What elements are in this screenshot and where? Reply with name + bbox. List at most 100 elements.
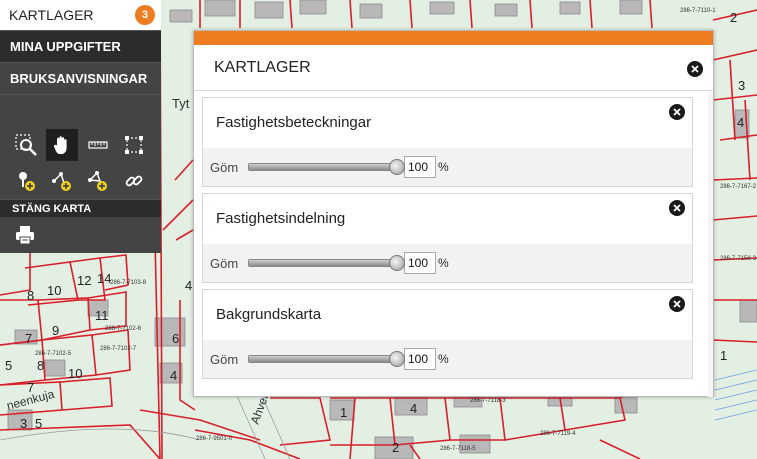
plot-number: 9 (52, 323, 59, 338)
sidebar: KARTLAGER 3 MINA UPPGIFTER BRUKSANVISNIN… (0, 0, 161, 253)
plot-number: 5 (35, 416, 42, 431)
print-button[interactable] (0, 217, 161, 253)
dialog-title: KARTLAGER (214, 58, 311, 76)
plot-number: 12 (77, 273, 91, 288)
layer-opacity-control: Göm % (203, 340, 692, 378)
measure-ruler-icon (88, 141, 108, 149)
hide-label[interactable]: Göm (210, 256, 242, 271)
opacity-slider[interactable] (248, 351, 405, 367)
plot-number: 8 (37, 358, 44, 373)
close-icon (673, 204, 681, 212)
cadastral-label: 286-7-9501-0 (196, 436, 233, 442)
opacity-input[interactable] (404, 252, 436, 274)
measure-button[interactable] (82, 129, 114, 161)
cadastral-label: 286-7-7103-8 (110, 280, 147, 286)
close-map-label: STÄNG KARTA (12, 202, 92, 215)
plot-number: 4 (410, 401, 417, 416)
cadastral-label: 286-7-7110-1 (680, 8, 716, 14)
opacity-slider[interactable] (248, 159, 405, 175)
sidebar-item-label: MINA UPPGIFTER (10, 39, 121, 54)
zoom-box-icon (15, 134, 37, 156)
layer-card-bakgrundskarta: Bakgrundskarta Göm % (202, 289, 693, 379)
close-map-button[interactable]: STÄNG KARTA (0, 199, 161, 217)
sidebar-item-label: BRUKSANVISNINGAR (10, 71, 148, 86)
add-polygon-button[interactable] (82, 165, 114, 197)
plot-number: 1 (720, 348, 727, 363)
layer-count-badge: 3 (135, 5, 155, 25)
hide-label[interactable]: Göm (210, 160, 242, 175)
cadastral-label: 286-7-7119-4 (540, 431, 576, 437)
layers-dialog: KARTLAGER Fastighetsbeteckningar Göm % (193, 30, 714, 397)
opacity-slider-handle[interactable] (389, 351, 405, 367)
layer-opacity-control: Göm % (203, 148, 692, 186)
cadastral-label: 286-7-7158-3 (720, 256, 757, 262)
dialog-close-button[interactable] (687, 61, 703, 77)
tool-row-navigation (0, 127, 161, 163)
add-polygon-icon (88, 171, 107, 191)
plot-number: 10 (68, 366, 82, 381)
sidebar-item-bruksanvisningar[interactable]: BRUKSANVISNINGAR (0, 62, 161, 94)
printer-icon (16, 226, 34, 245)
layer-card-fastighetsindelning: Fastighetsindelning Göm % (202, 193, 693, 283)
pan-hand-icon (53, 136, 67, 154)
plot-number: 2 (730, 10, 737, 25)
opacity-slider-handle[interactable] (389, 159, 405, 175)
opacity-slider-fill (249, 164, 397, 170)
layer-card-fastighetsbeteckningar: Fastighetsbeteckningar Göm % (202, 97, 693, 187)
percent-unit: % (438, 160, 449, 174)
dialog-accent-bar (194, 31, 713, 45)
percent-unit: % (438, 352, 449, 366)
opacity-input[interactable] (404, 348, 436, 370)
link-icon (125, 175, 143, 187)
plot-number: 11 (95, 308, 109, 323)
sidebar-item-mina-uppgifter[interactable]: MINA UPPGIFTER (0, 30, 161, 62)
plot-number: 7 (27, 380, 34, 395)
street-label-tyt: Tyt (172, 96, 190, 111)
plot-number: 4 (185, 278, 192, 293)
sidebar-spacer (0, 94, 161, 127)
dialog-scrollbar[interactable] (708, 91, 713, 397)
layer-name: Fastighetsbeteckningar (216, 114, 372, 131)
add-line-icon (52, 172, 71, 191)
opacity-slider-fill (249, 356, 397, 362)
sidebar-item-kartlager[interactable]: KARTLAGER 3 (0, 0, 161, 30)
remove-layer-button[interactable] (669, 296, 685, 312)
cadastral-label: 286-7-7118-3 (470, 398, 506, 404)
sidebar-title: KARTLAGER (9, 7, 94, 23)
dialog-header: KARTLAGER (194, 45, 713, 91)
opacity-slider-handle[interactable] (389, 255, 405, 271)
plot-number: 2 (392, 440, 399, 455)
plot-number: 7 (25, 331, 32, 346)
close-icon (673, 108, 681, 116)
plot-number: 1 (340, 405, 347, 420)
plot-number: 5 (5, 358, 12, 373)
remove-layer-button[interactable] (669, 104, 685, 120)
select-area-button[interactable] (118, 129, 150, 161)
close-icon (673, 300, 681, 308)
cadastral-label: 286-7-7118-5 (440, 446, 476, 452)
hide-label[interactable]: Göm (210, 352, 242, 367)
pan-button[interactable] (46, 129, 78, 161)
plot-number: 4 (170, 368, 177, 383)
plot-number: 3 (738, 78, 745, 93)
add-line-button[interactable] (46, 165, 78, 197)
plot-number: 10 (47, 283, 61, 298)
link-button[interactable] (118, 165, 150, 197)
opacity-slider[interactable] (248, 255, 405, 271)
zoom-box-button[interactable] (10, 129, 42, 161)
cadastral-label: 286-7-7102-5 (35, 351, 72, 357)
layer-name: Fastighetsindelning (216, 210, 346, 227)
remove-layer-button[interactable] (669, 200, 685, 216)
layer-name: Bakgrundskarta (216, 306, 322, 323)
select-area-icon (125, 136, 143, 154)
plot-number: 3 (20, 416, 27, 431)
opacity-slider-fill (249, 260, 397, 266)
plot-number: 8 (27, 288, 34, 303)
add-point-button[interactable] (10, 165, 42, 197)
add-point-icon (19, 172, 35, 191)
cadastral-label: 286-7-7102-6 (105, 326, 142, 332)
tool-row-drawing (0, 163, 161, 199)
opacity-input[interactable] (404, 156, 436, 178)
plot-number: 4 (737, 115, 744, 130)
percent-unit: % (438, 256, 449, 270)
